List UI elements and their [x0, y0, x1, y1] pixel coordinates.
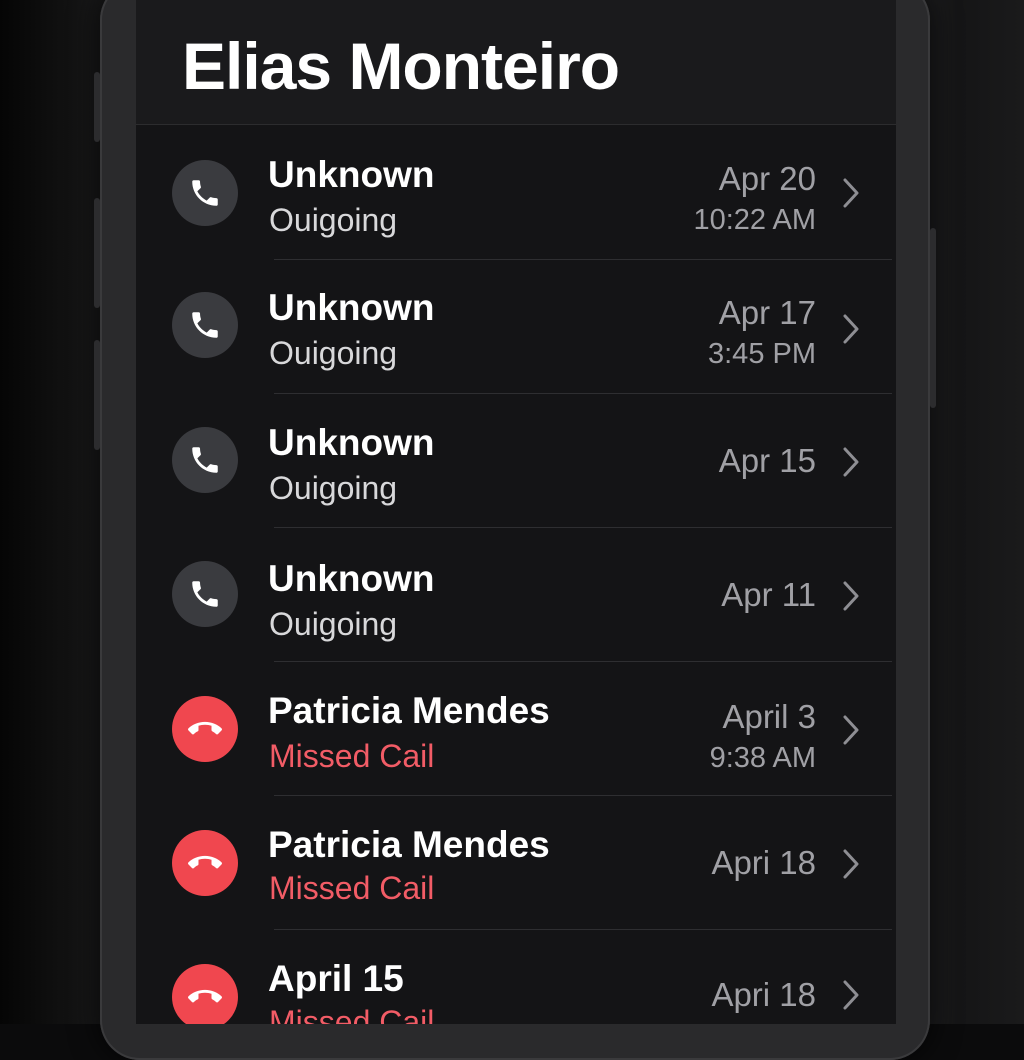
call-row[interactable]: Patricia Mendes Missed Cail Apri 18 [136, 796, 896, 930]
volume-up-button [94, 198, 100, 308]
call-type: Missed Cail [269, 870, 435, 906]
call-row[interactable]: Unknown Ouigoing Apr 17 3:45 PM [136, 260, 896, 394]
call-type: Ouigoing [269, 202, 398, 238]
phone-icon [172, 427, 238, 493]
call-time: 9:38 AM [709, 742, 816, 774]
call-date: Apri 18 [711, 844, 816, 881]
caller-name: Patricia Mendes [268, 690, 550, 731]
call-row[interactable]: Unknown Ouigoing Apr 20 10:22 AM [136, 126, 896, 260]
volume-down-button [94, 340, 100, 450]
caller-name: Unknown [268, 558, 435, 599]
caller-name: Unknown [268, 422, 435, 463]
hang-up-phone-icon [172, 696, 238, 762]
call-date: Apr 15 [718, 442, 816, 479]
phone-icon [172, 160, 238, 226]
chevron-right-icon[interactable] [840, 176, 862, 210]
chevron-right-icon[interactable] [840, 713, 862, 747]
call-type: Ouigoing [269, 606, 398, 642]
call-date: Apri 18 [711, 976, 816, 1013]
caller-name: Unknown [268, 287, 435, 328]
chevron-right-icon[interactable] [840, 579, 862, 613]
call-date: Apr 20 [718, 160, 816, 197]
call-row[interactable]: Unknown Ouigoing Apr 15 [136, 394, 896, 528]
call-time: 3:45 PM [708, 338, 816, 370]
call-row[interactable]: Patricia Mendes Missed Cail April 3 9:38… [136, 662, 896, 796]
chevron-right-icon[interactable] [840, 978, 862, 1012]
caller-name: April 15 [268, 958, 404, 999]
chevron-right-icon[interactable] [840, 445, 862, 479]
screen: Elias Monteiro Unknown Ouigoing Apr 20 1… [136, 0, 896, 1024]
caller-name: Unknown [268, 154, 435, 195]
call-date: Apr 17 [718, 294, 816, 331]
phone-icon [172, 561, 238, 627]
call-row[interactable]: April 15 Missed Cail Apri 18 [136, 930, 896, 1024]
call-row[interactable]: Unknown Ouigoing Apr 11 [136, 528, 896, 662]
call-type: Ouigoing [269, 335, 398, 371]
page-title: Elias Monteiro [182, 29, 620, 103]
call-type: Missed Cail [269, 738, 435, 774]
call-time: 10:22 AM [693, 204, 816, 236]
call-date: Apr 11 [721, 576, 816, 613]
chevron-right-icon[interactable] [840, 847, 862, 881]
power-button [930, 228, 936, 408]
background-left [0, 0, 110, 1024]
call-date: April 3 [722, 698, 816, 735]
hang-up-phone-icon [172, 830, 238, 896]
call-type: Missed Cail [269, 1004, 435, 1024]
header: Elias Monteiro [136, 0, 896, 125]
background-right [914, 0, 1024, 1024]
chevron-right-icon[interactable] [840, 312, 862, 346]
call-type: Ouigoing [269, 470, 398, 506]
silent-switch [94, 72, 100, 142]
hang-up-phone-icon [172, 964, 238, 1024]
caller-name: Patricia Mendes [268, 824, 550, 865]
phone-icon [172, 292, 238, 358]
